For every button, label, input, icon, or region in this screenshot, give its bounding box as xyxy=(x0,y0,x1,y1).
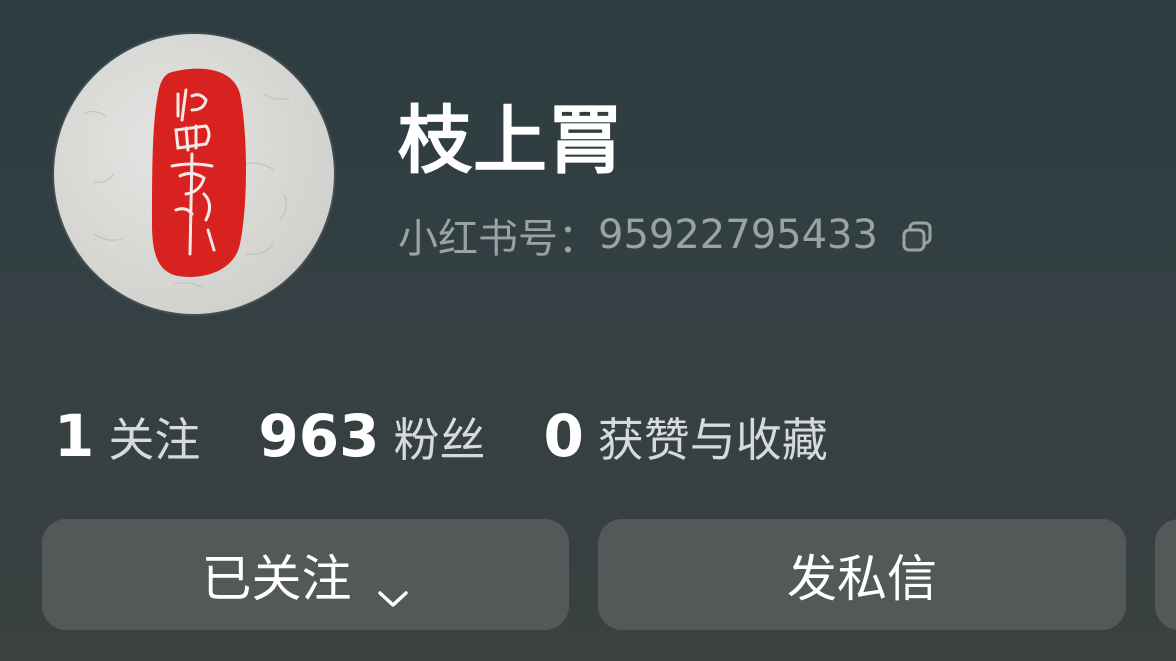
chevron-down-icon xyxy=(376,564,410,607)
stat-followers-count: 963 xyxy=(258,402,380,470)
profile-id-row: 小红书号： 95922795433 xyxy=(398,210,934,262)
stat-followers[interactable]: 963 粉丝 xyxy=(258,402,485,470)
profile-stats: 1 关注 963 粉丝 0 获赞与收藏 xyxy=(54,402,886,472)
stat-likes-label: 获赞与收藏 xyxy=(597,413,828,467)
red-seal-avatar-icon xyxy=(83,68,291,289)
stat-following-label: 关注 xyxy=(108,413,201,467)
more-button[interactable] xyxy=(1155,519,1176,630)
stat-following-count: 1 xyxy=(54,402,95,470)
send-message-label: 发私信 xyxy=(787,549,937,608)
stat-likes-count: 0 xyxy=(543,402,584,470)
profile-id-value: 95922795433 xyxy=(598,212,878,258)
following-button[interactable]: 已关注 xyxy=(42,519,569,630)
send-message-button[interactable]: 发私信 xyxy=(598,519,1126,630)
profile-name: 枝上罥 xyxy=(398,98,623,184)
avatar[interactable] xyxy=(54,34,334,314)
stat-likes[interactable]: 0 获赞与收藏 xyxy=(543,402,827,470)
following-button-label: 已关注 xyxy=(201,549,352,608)
profile-id-label: 小红书号： xyxy=(398,216,598,262)
copy-icon[interactable] xyxy=(900,218,934,252)
stat-followers-label: 粉丝 xyxy=(393,413,486,467)
stat-following[interactable]: 1 关注 xyxy=(54,402,200,470)
